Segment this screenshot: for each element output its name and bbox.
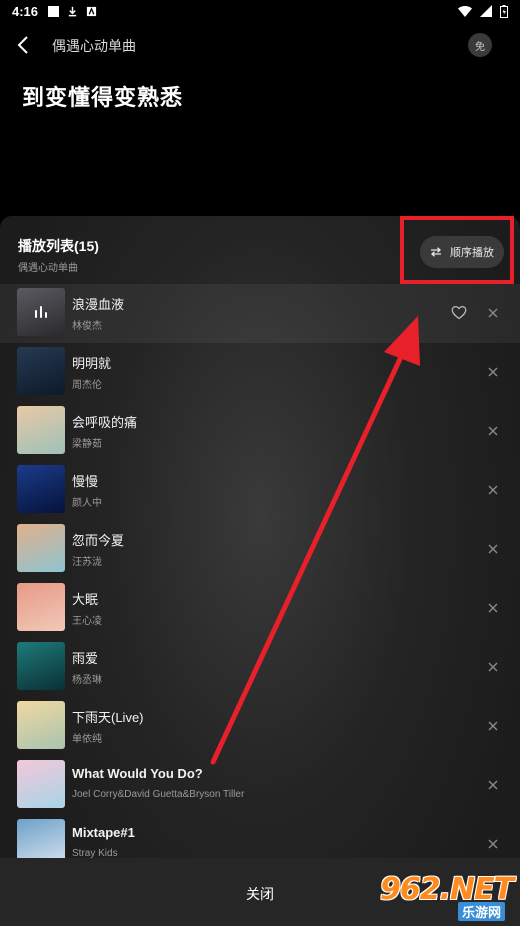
album-cover: [17, 465, 65, 513]
watermark: 962.NET 乐游网: [380, 872, 516, 922]
remove-song-icon[interactable]: [486, 601, 500, 615]
song-title: 下雨天(Live): [72, 710, 144, 725]
song-row[interactable]: 明明就 周杰伦: [0, 343, 520, 402]
song-artist: Joel Corry&David Guetta&Bryson Tiller: [72, 789, 245, 800]
album-cover: [17, 406, 65, 454]
status-right: [458, 4, 508, 18]
playlist-title: 播放列表(15): [18, 238, 99, 254]
album-cover: [17, 347, 65, 395]
album-cover: [17, 642, 65, 690]
playlist-sheet: 播放列表(15) 偶遇心动单曲 顺序播放 浪漫血液 林俊杰 明明就 周杰伦 会呼吸的痛梁…: [0, 216, 520, 926]
song-artist: 林俊杰: [72, 321, 102, 332]
remove-song-icon[interactable]: [486, 483, 500, 497]
remove-song-icon[interactable]: [486, 719, 500, 733]
song-row[interactable]: 大眠 王心凌: [0, 579, 520, 638]
album-cover: [17, 760, 65, 808]
wifi-icon: [458, 5, 472, 17]
watermark-sub: 乐游网: [458, 902, 506, 921]
song-list: 浪漫血液林俊杰明明就周杰伦会呼吸的痛梁静茹慢慢颜人中忽而今夏汪苏泷大眠王心凌雨爱…: [0, 284, 520, 874]
song-title: Mixtape#1: [72, 825, 135, 840]
song-artist: 汪苏泷: [72, 557, 102, 568]
status-time: 4:16: [12, 3, 39, 19]
lyric-headline: 到变懂得变熟悉: [22, 85, 184, 110]
song-artist: 颜人中: [72, 498, 102, 509]
song-title: 大眠: [72, 592, 99, 607]
avatar[interactable]: 免: [468, 33, 492, 57]
song-title: 明明就: [72, 356, 112, 371]
song-artist: 王心凌: [72, 616, 102, 627]
song-artist: 周杰伦: [72, 380, 102, 391]
status-bar: 4:16: [0, 0, 520, 22]
remove-song-icon[interactable]: [486, 660, 500, 674]
song-title: 慢慢: [72, 474, 99, 489]
song-row[interactable]: 下雨天(Live) 单依纯: [0, 697, 520, 756]
album-cover: [17, 583, 65, 631]
close-button[interactable]: 关闭: [230, 884, 290, 904]
remove-song-icon[interactable]: [486, 778, 500, 792]
top-bar: 偶遇心动单曲 免: [0, 28, 520, 62]
annotation-highlight-box: [400, 216, 514, 284]
album-cover: [17, 524, 65, 572]
song-row[interactable]: What Would You Do? Joel Corry&David Guett…: [0, 756, 520, 815]
remove-song-icon[interactable]: [486, 542, 500, 556]
now-playing-icon: [35, 306, 47, 318]
download-icon: [68, 6, 77, 16]
remove-song-icon[interactable]: [486, 424, 500, 438]
song-title: What Would You Do?: [72, 766, 203, 781]
app-notification-icon: [86, 6, 97, 16]
remove-song-icon[interactable]: [486, 365, 500, 379]
song-row[interactable]: 雨爱 杨丞琳: [0, 638, 520, 697]
song-row[interactable]: 慢慢 颜人中: [0, 461, 520, 520]
song-title: 雨爱: [72, 651, 99, 666]
album-cover: [17, 701, 65, 749]
song-artist: 梁静茹: [72, 439, 102, 450]
remove-song-icon[interactable]: [486, 837, 500, 851]
heart-icon[interactable]: [451, 305, 467, 320]
back-arrow-icon[interactable]: [14, 34, 34, 56]
notification-square-icon: [48, 5, 60, 17]
song-row[interactable]: 忽而今夏 汪苏泷: [0, 520, 520, 579]
song-artist: 杨丞琳: [72, 675, 102, 686]
song-artist: 单依纯: [72, 734, 102, 745]
song-title: 忽而今夏: [72, 533, 125, 548]
song-row[interactable]: 浪漫血液 林俊杰: [0, 284, 520, 343]
song-title: 浪漫血液: [72, 297, 125, 312]
remove-song-icon[interactable]: [486, 306, 500, 320]
song-row[interactable]: 会呼吸的痛 梁静茹: [0, 402, 520, 461]
playlist-subtitle: 偶遇心动单曲: [18, 263, 78, 274]
page-title: 偶遇心动单曲: [52, 38, 136, 54]
battery-icon: [500, 4, 508, 18]
signal-icon: [480, 5, 492, 17]
song-title: 会呼吸的痛: [72, 415, 138, 430]
